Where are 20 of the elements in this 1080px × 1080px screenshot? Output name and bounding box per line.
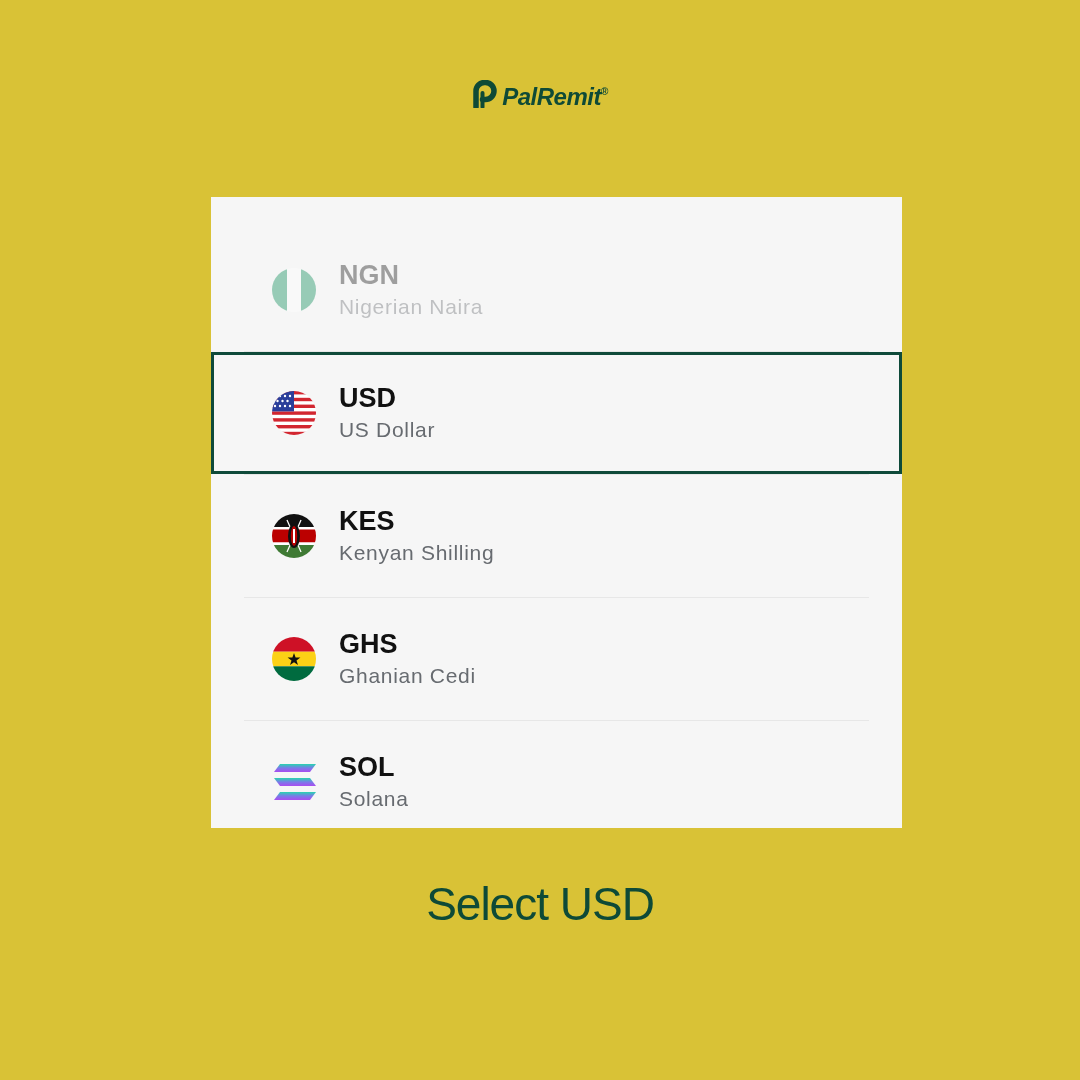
- nigeria-flag-icon: [272, 268, 316, 312]
- currency-option[interactable]: KES Kenyan Shilling: [211, 475, 902, 597]
- logo-wordmark: PalRemit$^{®}$: [502, 81, 608, 111]
- currency-code: NGN: [339, 260, 400, 291]
- instruction-caption: Select USD: [426, 877, 654, 932]
- currency-code: GHS: [339, 629, 399, 660]
- currency-code: USD: [339, 383, 397, 414]
- currency-code: KES: [339, 506, 396, 537]
- currency-name: US Dollar: [339, 417, 436, 443]
- currency-option[interactable]: SOL Solana: [211, 721, 902, 828]
- currency-name: Solana: [339, 786, 409, 812]
- kenya-flag-icon: [272, 514, 316, 558]
- us-flag-icon: [272, 391, 316, 435]
- currency-name: Kenyan Shilling: [339, 540, 495, 566]
- logo-icon: [472, 80, 499, 108]
- ghana-flag-icon: [272, 637, 316, 681]
- currency-name: Ghanian Cedi: [339, 663, 476, 689]
- currency-code: SOL: [339, 752, 396, 783]
- currency-option[interactable]: USD US Dollar: [211, 352, 902, 474]
- currency-option[interactable]: GHS Ghanian Cedi: [211, 598, 902, 720]
